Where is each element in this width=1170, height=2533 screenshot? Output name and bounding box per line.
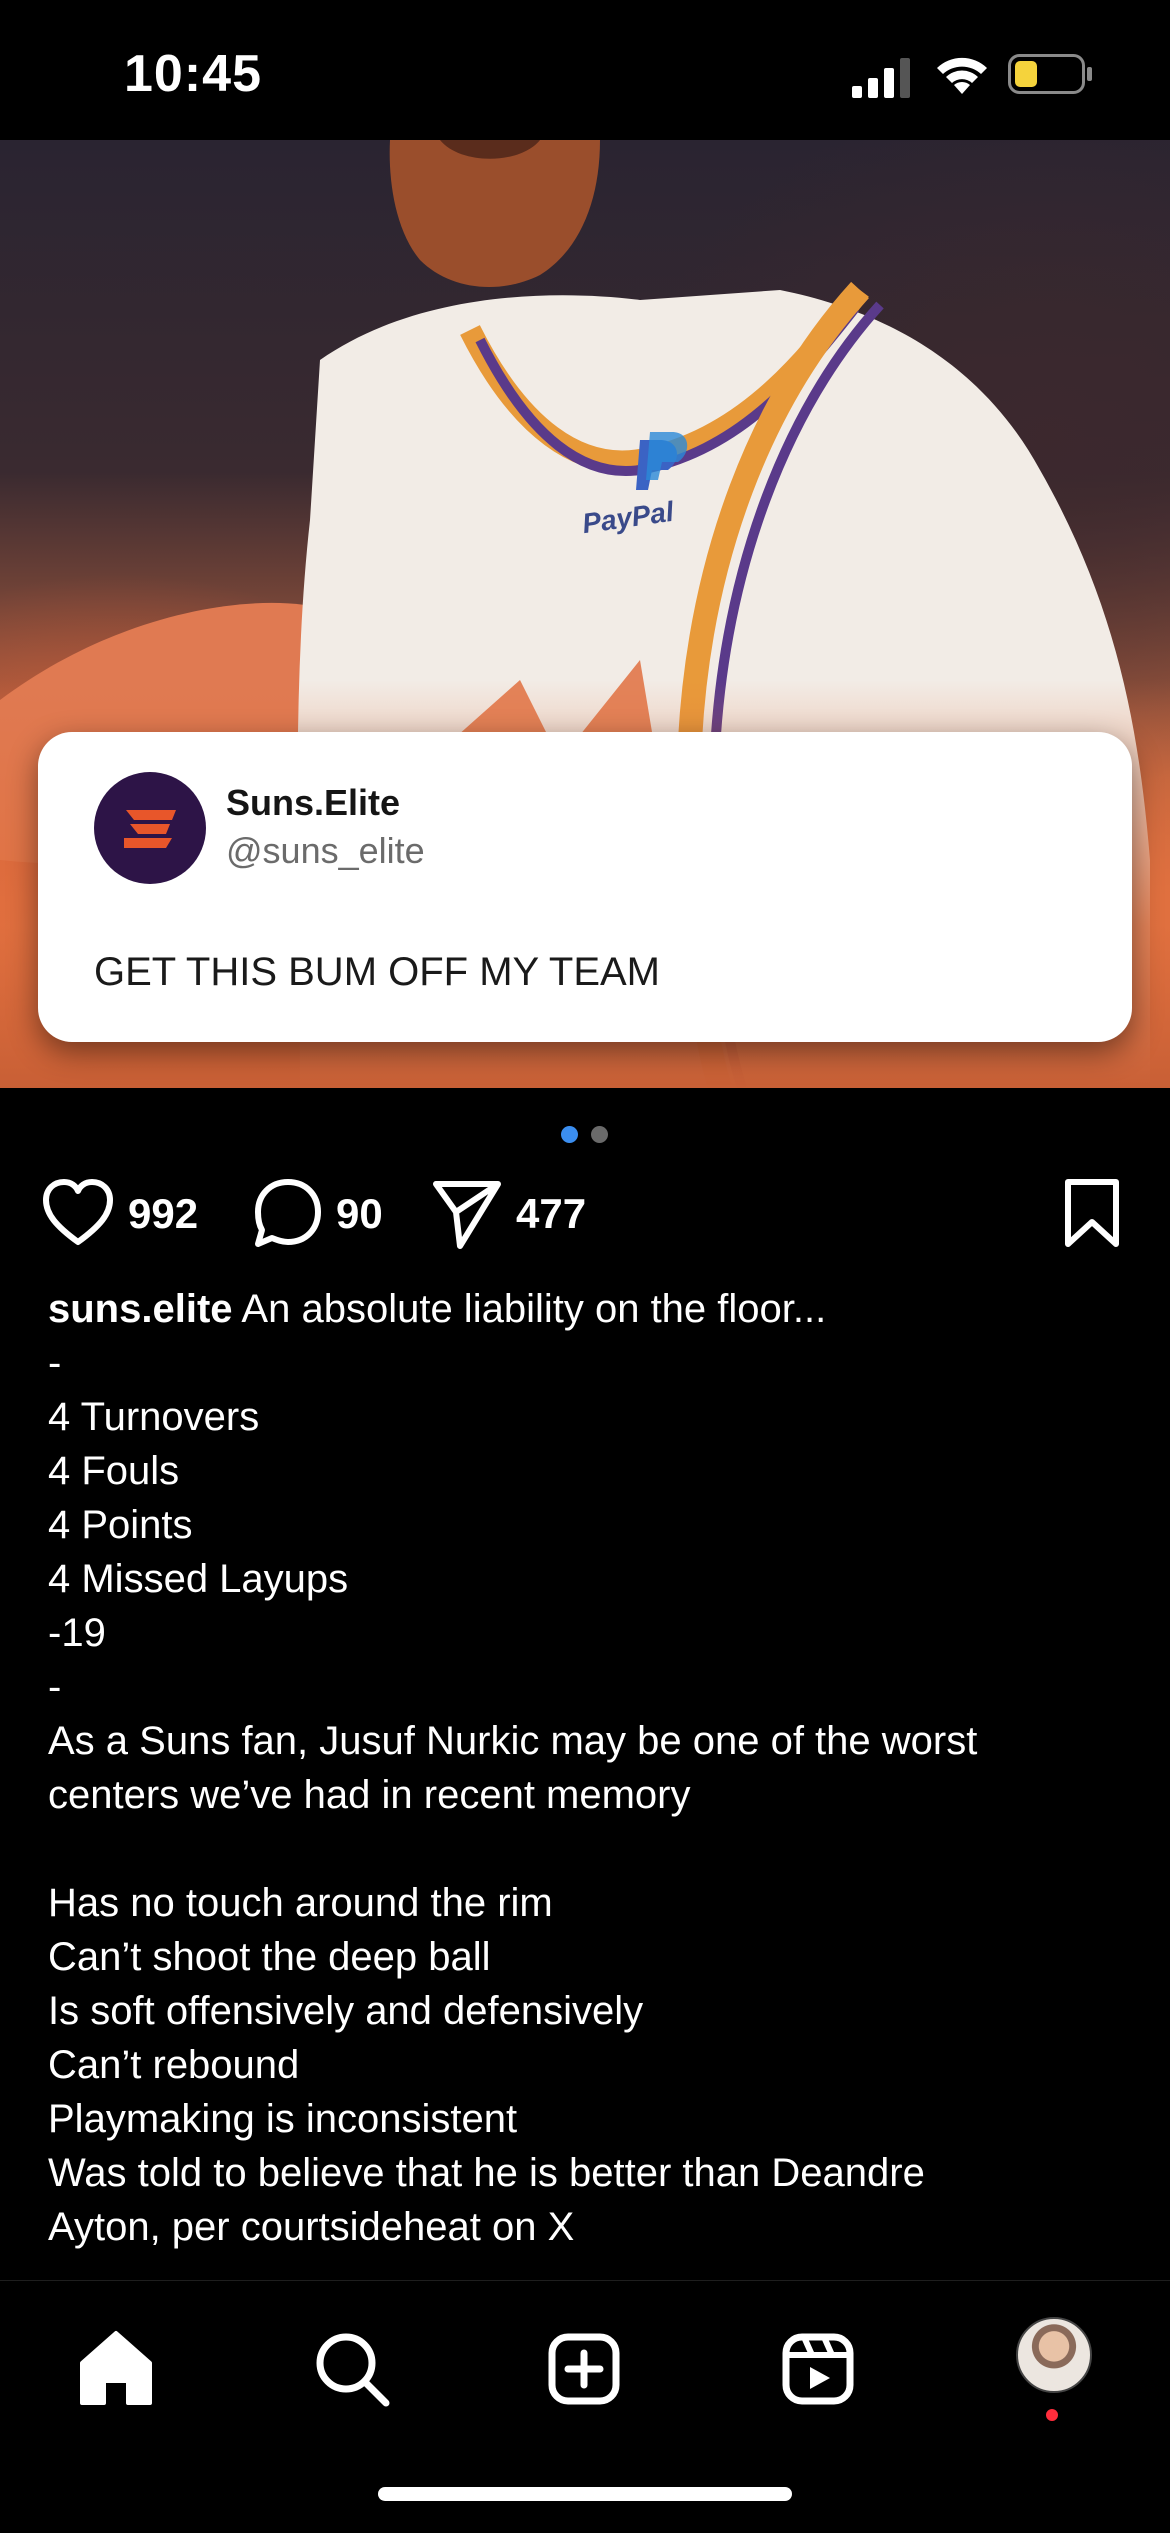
nav-create-button[interactable] bbox=[536, 2321, 632, 2417]
caption-line bbox=[48, 1822, 1118, 1876]
comment-count[interactable]: 90 bbox=[336, 1190, 383, 1238]
tweet-author-handle: @suns_elite bbox=[226, 830, 425, 871]
like-count[interactable]: 992 bbox=[128, 1190, 198, 1238]
nav-home-button[interactable] bbox=[68, 2321, 164, 2417]
carousel-dot bbox=[591, 1126, 608, 1143]
comment-icon[interactable] bbox=[252, 1176, 324, 1252]
search-icon bbox=[316, 2333, 390, 2407]
battery-icon bbox=[1008, 54, 1092, 94]
caption-line: Can’t shoot the deep ball bbox=[48, 1935, 491, 1979]
notification-dot bbox=[1046, 2409, 1058, 2421]
caption-line: Can’t rebound bbox=[48, 2043, 300, 2087]
caption-line: 4 Missed Layups bbox=[48, 1557, 349, 1601]
share-count[interactable]: 477 bbox=[516, 1190, 586, 1238]
status-time: 10:45 bbox=[124, 45, 262, 103]
post-caption: suns.elite An absolute liability on the … bbox=[48, 1282, 1118, 2308]
cellular-signal-icon bbox=[852, 58, 910, 98]
caption-line: 4 Turnovers bbox=[48, 1395, 260, 1439]
caption-line: 4 Fouls bbox=[48, 1449, 180, 1493]
reels-icon bbox=[782, 2333, 854, 2405]
like-heart-icon[interactable] bbox=[40, 1176, 116, 1252]
caption-username[interactable]: suns.elite bbox=[48, 1287, 233, 1331]
caption-line: 4 Points bbox=[48, 1503, 193, 1547]
caption-line: - bbox=[48, 1341, 62, 1385]
caption-first-line: suns.elite An absolute liability on the … bbox=[48, 1282, 1118, 1336]
caption-line: Playmaking is inconsistent bbox=[48, 2097, 518, 2141]
caption-line: Is soft offensively and defensively bbox=[48, 1989, 644, 2033]
nav-search-button[interactable] bbox=[304, 2321, 400, 2417]
caption-line: Was told to believe that he is better th… bbox=[48, 2151, 925, 2195]
bottom-nav-bar bbox=[0, 2280, 1170, 2533]
share-send-icon[interactable] bbox=[432, 1176, 502, 1252]
create-post-icon bbox=[548, 2333, 620, 2405]
caption-line: Ayton, per courtsideheat on X bbox=[48, 2205, 575, 2249]
tweet-text: GET THIS BUM OFF MY TEAM bbox=[94, 950, 660, 994]
tweet-author-name: Suns.Elite bbox=[226, 782, 401, 823]
home-icon bbox=[80, 2331, 152, 2405]
home-indicator bbox=[378, 2487, 792, 2501]
caption-line: -19 bbox=[48, 1611, 106, 1655]
tweet-card: Suns.Elite @suns_elite GET THIS BUM OFF … bbox=[38, 732, 1132, 1042]
bookmark-icon[interactable] bbox=[1062, 1176, 1122, 1252]
caption-line: - bbox=[48, 1665, 62, 1709]
suns-elite-logo-icon bbox=[94, 772, 206, 884]
wifi-icon bbox=[937, 57, 987, 94]
nav-reels-button[interactable] bbox=[770, 2321, 866, 2417]
caption-line: Has no touch around the rim bbox=[48, 1881, 553, 1925]
caption-headline: An absolute liability on the floor... bbox=[232, 1287, 827, 1331]
profile-avatar[interactable] bbox=[1016, 2317, 1092, 2393]
carousel-dot-active bbox=[561, 1126, 578, 1143]
status-bar: 10:45 bbox=[0, 0, 1170, 140]
caption-line: As a Suns fan, Jusuf Nurkic may be one o… bbox=[48, 1719, 978, 1763]
caption-line: centers we’ve had in recent memory bbox=[48, 1773, 691, 1817]
